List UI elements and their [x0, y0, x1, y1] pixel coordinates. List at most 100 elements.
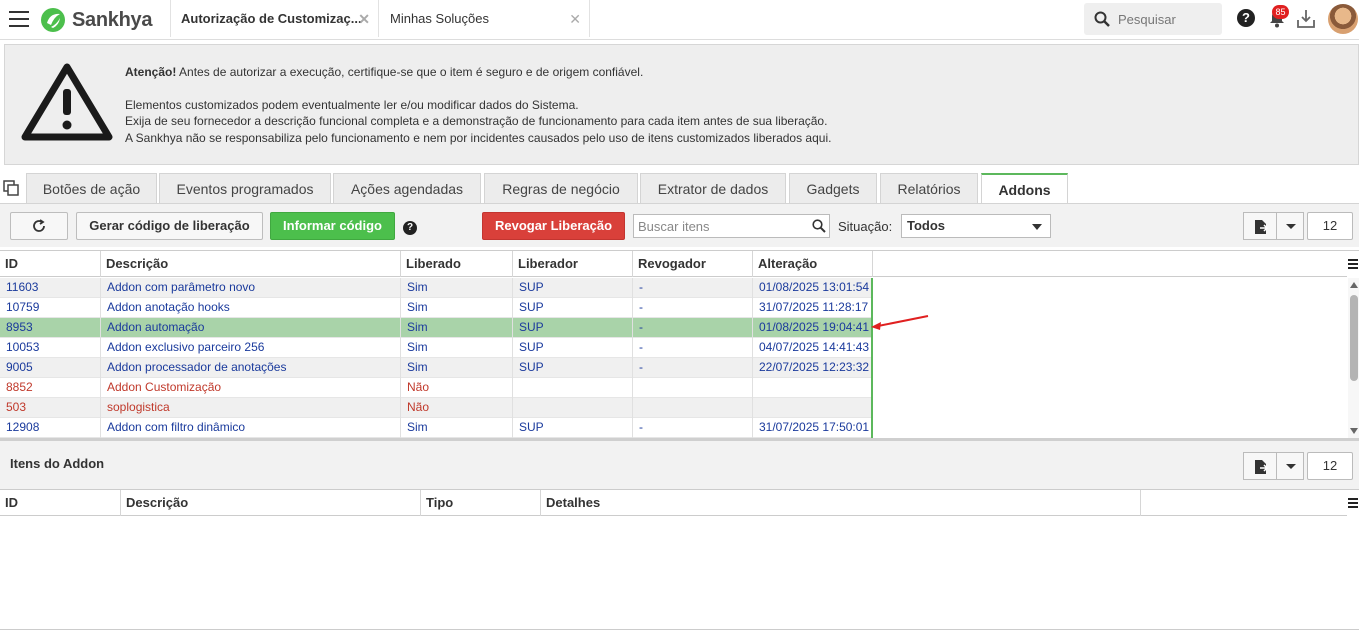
- col-liberador[interactable]: Liberador: [513, 251, 633, 277]
- situacao-select[interactable]: Todos: [901, 214, 1051, 238]
- search-items-field[interactable]: [633, 214, 830, 238]
- cell-liberador: SUP: [513, 298, 633, 318]
- warning-line2: Elementos customizados podem eventualmen…: [125, 97, 579, 112]
- warning-line4: A Sankhya não se responsabiliza pelo fun…: [125, 130, 832, 145]
- toolbar: Gerar código de liberação Informar códig…: [0, 203, 1359, 247]
- cell-alteracao: 22/07/2025 12:23:32: [753, 358, 873, 378]
- col-descricao[interactable]: Descrição: [121, 490, 421, 516]
- tab-addons[interactable]: Addons: [981, 173, 1068, 204]
- col-liberado[interactable]: Liberado: [401, 251, 513, 277]
- export-button[interactable]: [1243, 452, 1277, 480]
- revogar-liberacao-button[interactable]: Revogar Liberação: [482, 212, 625, 240]
- cell-descricao: Addon automação: [101, 318, 401, 338]
- export-dropdown-button[interactable]: [1276, 452, 1304, 480]
- cell-descricao: Addon com filtro dinâmico: [101, 418, 401, 438]
- tab-acoes-agendadas[interactable]: Ações agendadas: [333, 173, 481, 203]
- cell-liberado: Não: [401, 378, 513, 398]
- help-icon[interactable]: ?: [1237, 9, 1255, 27]
- tab-label: Minhas Soluções: [390, 11, 489, 26]
- cell-descricao: soplogistica: [101, 398, 401, 418]
- global-search[interactable]: Pesquisar: [1084, 3, 1222, 35]
- table-row-selected[interactable]: 8953 Addon automação Sim SUP - 01/08/202…: [0, 318, 873, 338]
- tab-regras-de-negocio[interactable]: Regras de negócio: [484, 173, 638, 203]
- cell-id: 10759: [0, 298, 101, 318]
- warning-icon: [21, 63, 113, 141]
- top-bar: Sankhya Autorização de Customizaç... ✕ M…: [0, 0, 1359, 40]
- tab-autorizacao[interactable]: Autorização de Customizaç... ✕: [170, 0, 379, 37]
- cell-alteracao: 04/07/2025 14:41:43: [753, 338, 873, 358]
- scroll-thumb[interactable]: [1350, 295, 1358, 381]
- grid-header: ID Descrição Liberado Liberador Revogado…: [0, 251, 1347, 277]
- cell-revogador: -: [633, 338, 753, 358]
- addon-items-panel: Itens do Addon 12: [0, 441, 1359, 490]
- refresh-button[interactable]: [10, 212, 68, 240]
- tab-botoes-de-acao[interactable]: Botões de ação: [26, 173, 157, 203]
- export-icon: [1255, 220, 1268, 234]
- cell-alteracao: [753, 398, 873, 418]
- scroll-down-icon[interactable]: [1350, 428, 1358, 434]
- page-size-box[interactable]: 12: [1307, 212, 1353, 240]
- tab-label: Autorização de Customizaç...: [181, 11, 362, 26]
- col-revogador[interactable]: Revogador: [633, 251, 753, 277]
- addon-items-grid: ID Descrição Tipo Detalhes: [0, 489, 1359, 630]
- cell-revogador: -: [633, 358, 753, 378]
- warning-strong: Atenção!: [125, 65, 177, 79]
- table-row[interactable]: 10759 Addon anotação hooks Sim SUP - 31/…: [0, 298, 873, 318]
- table-row[interactable]: 9005 Addon processador de anotações Sim …: [0, 358, 873, 378]
- tab-extrator-de-dados[interactable]: Extrator de dados: [640, 173, 786, 203]
- close-icon[interactable]: ✕: [569, 11, 581, 28]
- situacao-value: Todos: [907, 218, 946, 233]
- gerar-codigo-button[interactable]: Gerar código de liberação: [76, 212, 263, 240]
- tab-minhas-solucoes[interactable]: Minhas Soluções ✕: [380, 0, 590, 37]
- avatar[interactable]: [1328, 4, 1358, 34]
- grid-menu-icon[interactable]: [1348, 490, 1359, 516]
- panel-title: Itens do Addon: [10, 456, 105, 471]
- cell-liberado: Sim: [401, 278, 513, 298]
- export-icon: [1255, 460, 1268, 474]
- table-row[interactable]: 503 soplogistica Não: [0, 398, 873, 418]
- col-id[interactable]: ID: [0, 251, 101, 277]
- table-row[interactable]: 8852 Addon Customização Não: [0, 378, 873, 398]
- refresh-icon: [33, 219, 45, 232]
- col-tipo[interactable]: Tipo: [421, 490, 541, 516]
- menu-icon[interactable]: [9, 11, 29, 27]
- cell-revogador: -: [633, 318, 753, 338]
- cell-descricao: Addon anotação hooks: [101, 298, 401, 318]
- search-label: Pesquisar: [1118, 11, 1176, 27]
- col-detalhes[interactable]: Detalhes: [541, 490, 1141, 516]
- tab-eventos-programados[interactable]: Eventos programados: [159, 173, 331, 203]
- cell-liberador: SUP: [513, 338, 633, 358]
- warning-line1: Antes de autorizar a execução, certifiqu…: [176, 65, 644, 79]
- informar-codigo-button[interactable]: Informar código: [270, 212, 395, 240]
- cell-liberado: Sim: [401, 358, 513, 378]
- cell-alteracao: 31/07/2025 17:50:01: [753, 418, 873, 438]
- search-icon: [1094, 11, 1110, 27]
- copy-icon[interactable]: [3, 180, 19, 196]
- search-icon[interactable]: [812, 219, 826, 233]
- col-alteracao[interactable]: Alteração: [753, 251, 873, 277]
- help-icon[interactable]: ?: [403, 221, 417, 235]
- export-dropdown-button[interactable]: [1276, 212, 1304, 240]
- col-id[interactable]: ID: [0, 490, 121, 516]
- grid-scrollbar[interactable]: [1348, 278, 1359, 438]
- cell-liberado: Sim: [401, 338, 513, 358]
- scroll-up-icon[interactable]: [1350, 282, 1358, 288]
- col-descricao[interactable]: Descrição: [101, 251, 401, 277]
- table-row[interactable]: 11603 Addon com parâmetro novo Sim SUP -…: [0, 278, 873, 298]
- chevron-down-icon: [1032, 224, 1042, 230]
- cell-liberado: Sim: [401, 318, 513, 338]
- tab-gadgets[interactable]: Gadgets: [789, 173, 877, 203]
- table-row[interactable]: 12908 Addon com filtro dinâmico Sim SUP …: [0, 418, 873, 438]
- page-size-box[interactable]: 12: [1307, 452, 1353, 480]
- table-row[interactable]: 10053 Addon exclusivo parceiro 256 Sim S…: [0, 338, 873, 358]
- grid-menu-icon[interactable]: [1348, 251, 1359, 277]
- cell-id: 8953: [0, 318, 101, 338]
- logo[interactable]: Sankhya: [40, 6, 152, 34]
- tab-relatorios[interactable]: Relatórios: [880, 173, 978, 203]
- cell-liberador: [513, 398, 633, 418]
- download-icon[interactable]: [1296, 8, 1316, 30]
- cell-alteracao: 01/08/2025 13:01:54: [753, 278, 873, 298]
- export-button[interactable]: [1243, 212, 1277, 240]
- search-input[interactable]: [634, 215, 804, 237]
- close-icon[interactable]: ✕: [358, 11, 370, 28]
